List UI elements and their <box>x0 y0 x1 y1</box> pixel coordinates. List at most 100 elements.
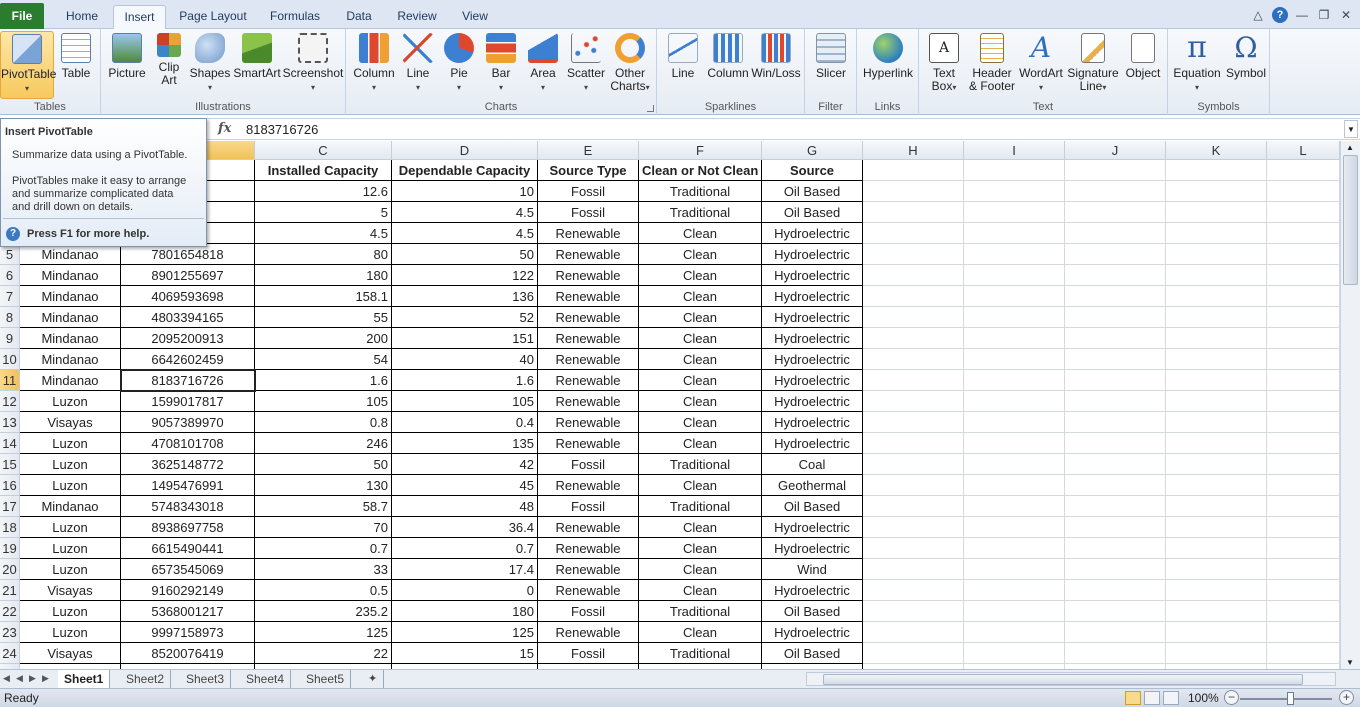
pie-chart-button[interactable]: Pie ▾ <box>440 31 478 94</box>
table-cell[interactable]: Traditional <box>639 496 762 517</box>
empty-cell[interactable] <box>964 559 1065 580</box>
table-cell[interactable]: 54 <box>255 349 392 370</box>
empty-cell[interactable] <box>1267 223 1340 244</box>
empty-cell[interactable] <box>1065 286 1166 307</box>
slicer-button[interactable]: Slicer <box>811 31 851 80</box>
row-header[interactable]: 18 <box>0 517 20 538</box>
hyperlink-button[interactable]: Hyperlink <box>860 31 916 80</box>
sheet-tab-2[interactable]: Sheet2 <box>120 670 172 688</box>
row-header[interactable]: 23 <box>0 622 20 643</box>
empty-cell[interactable] <box>1065 412 1166 433</box>
table-cell[interactable]: Mindanao <box>20 307 121 328</box>
empty-cell[interactable] <box>1166 454 1267 475</box>
column-header[interactable]: F <box>639 141 762 160</box>
empty-cell[interactable] <box>863 349 964 370</box>
table-cell[interactable]: 9057389970 <box>121 412 255 433</box>
table-cell[interactable]: Renewable <box>538 370 639 391</box>
table-cell[interactable]: 246 <box>255 433 392 454</box>
empty-cell[interactable] <box>1267 181 1340 202</box>
row-header[interactable]: 8 <box>0 307 20 328</box>
table-cell[interactable]: Hydroelectric <box>762 433 863 454</box>
table-cell[interactable]: 17.4 <box>392 559 538 580</box>
table-cell[interactable]: Clean <box>639 433 762 454</box>
table-cell[interactable]: 4.5 <box>255 223 392 244</box>
table-cell[interactable]: Mindanao <box>20 370 121 391</box>
table-cell[interactable]: 1599017817 <box>121 391 255 412</box>
empty-cell[interactable] <box>1166 412 1267 433</box>
prev-sheet-icon[interactable]: ◀ <box>16 673 23 684</box>
empty-cell[interactable] <box>1267 370 1340 391</box>
table-cell[interactable]: 12.6 <box>255 181 392 202</box>
table-cell[interactable]: 135 <box>392 433 538 454</box>
table-cell[interactable]: Mindanao <box>20 496 121 517</box>
object-button[interactable]: Object <box>1121 31 1165 80</box>
empty-cell[interactable] <box>863 160 964 181</box>
table-cell[interactable]: Clean <box>639 622 762 643</box>
table-cell[interactable]: 0.8 <box>255 412 392 433</box>
table-cell[interactable]: 4803394165 <box>121 307 255 328</box>
table-header-cell[interactable]: Installed Capacity <box>255 160 392 181</box>
table-cell[interactable]: Renewable <box>538 412 639 433</box>
insert-sheet-icon[interactable]: ✦ <box>362 670 385 688</box>
empty-cell[interactable] <box>1166 244 1267 265</box>
table-cell[interactable]: 3625148772 <box>121 454 255 475</box>
empty-cell[interactable] <box>863 643 964 664</box>
empty-cell[interactable] <box>1267 391 1340 412</box>
table-cell[interactable]: Clean <box>639 475 762 496</box>
row-header[interactable]: 10 <box>0 349 20 370</box>
table-cell[interactable]: Renewable <box>538 433 639 454</box>
empty-cell[interactable] <box>1065 202 1166 223</box>
table-cell[interactable]: Luzon <box>20 454 121 475</box>
table-cell[interactable]: Oil Based <box>762 181 863 202</box>
table-cell[interactable]: 1.6 <box>392 370 538 391</box>
empty-cell[interactable] <box>1065 160 1166 181</box>
sparkline-column-button[interactable]: Column <box>705 31 751 80</box>
empty-cell[interactable] <box>1065 265 1166 286</box>
table-cell[interactable]: Hydroelectric <box>762 517 863 538</box>
row-header[interactable]: 6 <box>0 265 20 286</box>
empty-cell[interactable] <box>964 286 1065 307</box>
table-cell[interactable]: Luzon <box>20 601 121 622</box>
empty-cell[interactable] <box>863 412 964 433</box>
empty-cell[interactable] <box>1166 223 1267 244</box>
page-break-view-icon[interactable] <box>1163 691 1179 705</box>
table-cell[interactable]: Oil Based <box>762 202 863 223</box>
shapes-button[interactable]: Shapes ▾ <box>189 31 231 94</box>
empty-cell[interactable] <box>863 475 964 496</box>
table-cell[interactable]: 1495476991 <box>121 475 255 496</box>
row-header[interactable]: 21 <box>0 580 20 601</box>
table-cell[interactable]: 105 <box>255 391 392 412</box>
empty-cell[interactable] <box>1267 643 1340 664</box>
empty-cell[interactable] <box>964 328 1065 349</box>
column-header[interactable]: I <box>964 141 1065 160</box>
table-cell[interactable]: Clean <box>639 265 762 286</box>
row-header[interactable]: 7 <box>0 286 20 307</box>
zoom-slider[interactable] <box>1240 698 1332 700</box>
empty-cell[interactable] <box>1166 391 1267 412</box>
table-cell[interactable]: 8938697758 <box>121 517 255 538</box>
table-cell[interactable]: Mindanao <box>20 328 121 349</box>
empty-cell[interactable] <box>863 580 964 601</box>
table-header-cell[interactable]: Dependable Capacity <box>392 160 538 181</box>
page-layout-view-icon[interactable] <box>1144 691 1160 705</box>
tab-formulas[interactable]: Formulas <box>262 5 328 29</box>
zoom-out-icon[interactable]: − <box>1224 690 1239 705</box>
table-cell[interactable]: Oil Based <box>762 496 863 517</box>
empty-cell[interactable] <box>1267 328 1340 349</box>
tab-home[interactable]: Home <box>54 5 110 29</box>
table-cell[interactable]: Coal <box>762 454 863 475</box>
table-cell[interactable]: 122 <box>392 265 538 286</box>
vertical-scroll-thumb[interactable] <box>1343 155 1358 285</box>
column-header[interactable]: H <box>863 141 964 160</box>
table-cell[interactable]: 22 <box>255 643 392 664</box>
horizontal-scrollbar[interactable] <box>806 672 1336 686</box>
column-header[interactable]: D <box>392 141 538 160</box>
table-cell[interactable]: Mindanao <box>20 349 121 370</box>
empty-cell[interactable] <box>1065 538 1166 559</box>
empty-cell[interactable] <box>1065 349 1166 370</box>
table-cell[interactable]: Hydroelectric <box>762 412 863 433</box>
row-header[interactable]: 15 <box>0 454 20 475</box>
empty-cell[interactable] <box>1065 307 1166 328</box>
table-cell[interactable]: 50 <box>255 454 392 475</box>
table-cell[interactable]: 50 <box>392 244 538 265</box>
